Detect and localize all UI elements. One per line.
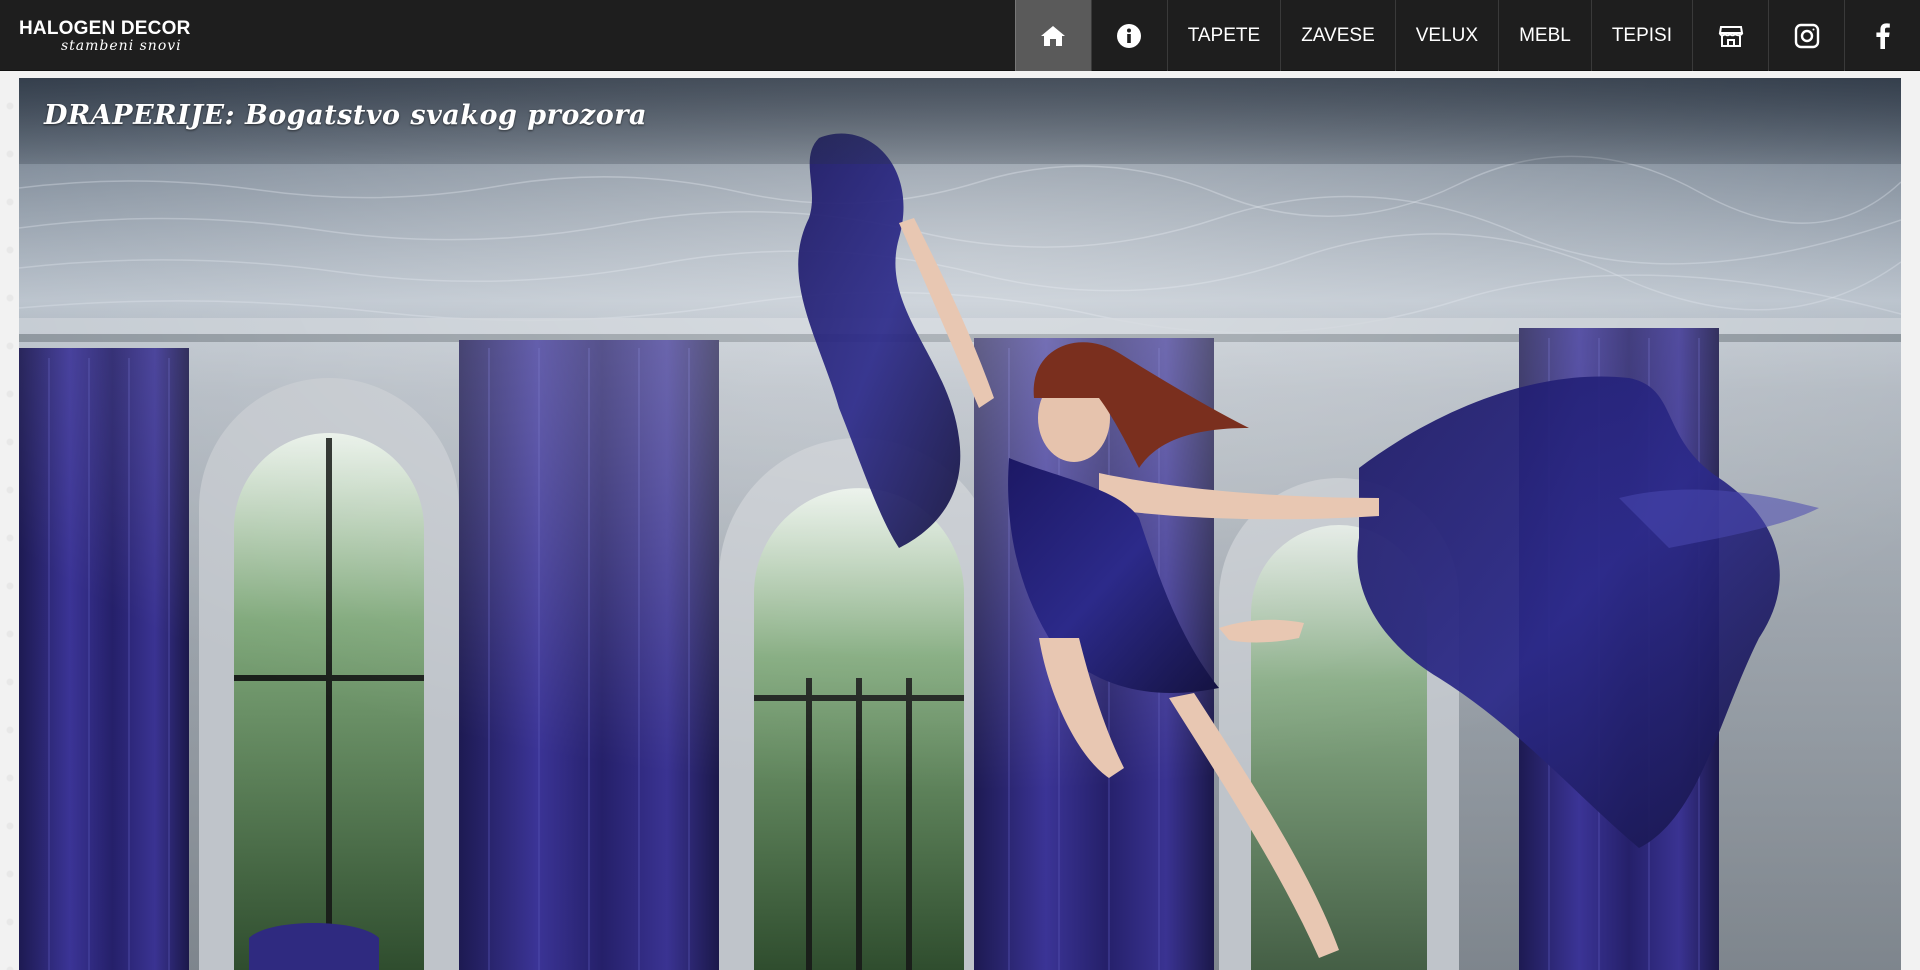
- hero-banner[interactable]: DRAPERIJE: Bogatstvo svakog prozora: [19, 78, 1901, 970]
- nav-item-velux[interactable]: VELUX: [1394, 0, 1498, 71]
- instagram-icon: [1794, 23, 1820, 49]
- nav-item-zavese[interactable]: ZAVESE: [1280, 0, 1395, 71]
- nav-info[interactable]: [1090, 0, 1167, 71]
- brand-logo[interactable]: HALOGEN DECOR stambeni snovi: [19, 18, 191, 54]
- nav-item-mebl[interactable]: MEBL: [1498, 0, 1591, 71]
- store-icon: [1718, 23, 1744, 49]
- nav-facebook[interactable]: [1844, 0, 1920, 71]
- nav-store[interactable]: [1692, 0, 1768, 71]
- nav-instagram[interactable]: [1768, 0, 1844, 71]
- nav-item-tepisi[interactable]: TEPISI: [1590, 0, 1692, 71]
- nav-home[interactable]: [1014, 0, 1091, 71]
- info-icon: [1116, 23, 1142, 49]
- top-navigation-bar: HALOGEN DECOR stambeni snovi TAPETE ZAVE…: [0, 0, 1920, 71]
- nav-item-tapete[interactable]: TAPETE: [1166, 0, 1281, 71]
- hero-image: [19, 78, 1901, 970]
- facebook-icon: [1875, 22, 1891, 49]
- brand-name: HALOGEN DECOR: [19, 18, 191, 39]
- home-icon: [1040, 24, 1066, 48]
- hero-title: DRAPERIJE: Bogatstvo svakog prozora: [44, 100, 647, 131]
- brand-tagline: stambeni snovi: [61, 38, 182, 54]
- main-menu: TAPETE ZAVESE VELUX MEBL TEPISI: [1014, 0, 1920, 71]
